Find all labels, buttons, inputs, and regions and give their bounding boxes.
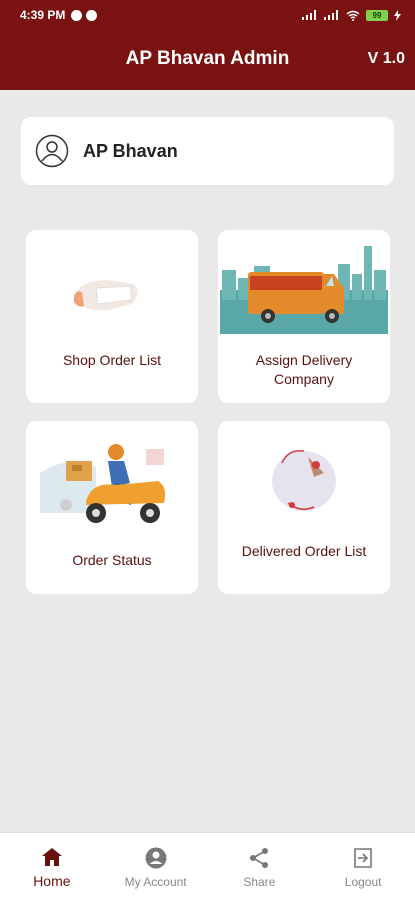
logout-icon — [354, 848, 372, 868]
share-icon — [250, 848, 269, 868]
system-indicators: 99 — [302, 9, 401, 21]
profile-name: AP Bhavan — [83, 140, 178, 161]
nav-logout[interactable]: Logout — [311, 833, 415, 900]
notification-icons — [71, 9, 98, 21]
nav-share[interactable]: Share — [208, 833, 312, 900]
order-status-label: Order Status — [72, 552, 152, 568]
delivery-truck-illustration — [220, 246, 388, 334]
notification-icon — [86, 9, 98, 21]
wifi-icon — [346, 10, 360, 21]
nav-home-label: Home — [33, 873, 71, 889]
battery-icon: 99 — [366, 9, 388, 21]
nav-share-label: Share — [243, 875, 276, 889]
bottom-navigation: Home My Account Share Logout — [0, 832, 415, 900]
nav-home[interactable]: Home — [0, 833, 104, 900]
assign-delivery-company-tile[interactable]: Assign Delivery Company — [218, 230, 390, 403]
nav-logout-label: Logout — [344, 875, 382, 889]
delivered-order-list-tile[interactable]: Delivered Order List — [218, 421, 390, 594]
signal-icon — [302, 10, 318, 20]
scooter-delivery-illustration — [40, 444, 166, 523]
charging-icon — [394, 9, 401, 21]
shop-order-list-label: Shop Order List — [62, 352, 162, 368]
shop-order-list-tile[interactable]: Shop Order List — [26, 230, 198, 403]
profile-card[interactable]: AP Bhavan — [21, 117, 394, 185]
shop-order-illustration — [74, 280, 138, 311]
app-bar: AP Bhavan Admin V 1.0 — [0, 30, 415, 90]
account-icon — [145, 847, 167, 869]
user-icon — [35, 134, 69, 168]
nav-my-account[interactable]: My Account — [104, 833, 208, 900]
assign-delivery-company-label: Assign Delivery Company — [255, 352, 353, 387]
delivered-box-illustration — [272, 450, 336, 511]
notification-icon — [71, 9, 83, 21]
page-title: AP Bhavan Admin — [125, 48, 290, 69]
app-version: V 1.0 — [367, 50, 405, 67]
status-bar: 4:39 PM 99 — [0, 0, 415, 30]
signal-icon — [324, 10, 340, 20]
status-time: 4:39 PM — [20, 8, 66, 22]
order-status-tile[interactable]: Order Status — [26, 421, 198, 594]
delivered-order-list-label: Delivered Order List — [241, 543, 367, 559]
nav-my-account-label: My Account — [124, 875, 187, 889]
home-icon — [41, 848, 62, 866]
